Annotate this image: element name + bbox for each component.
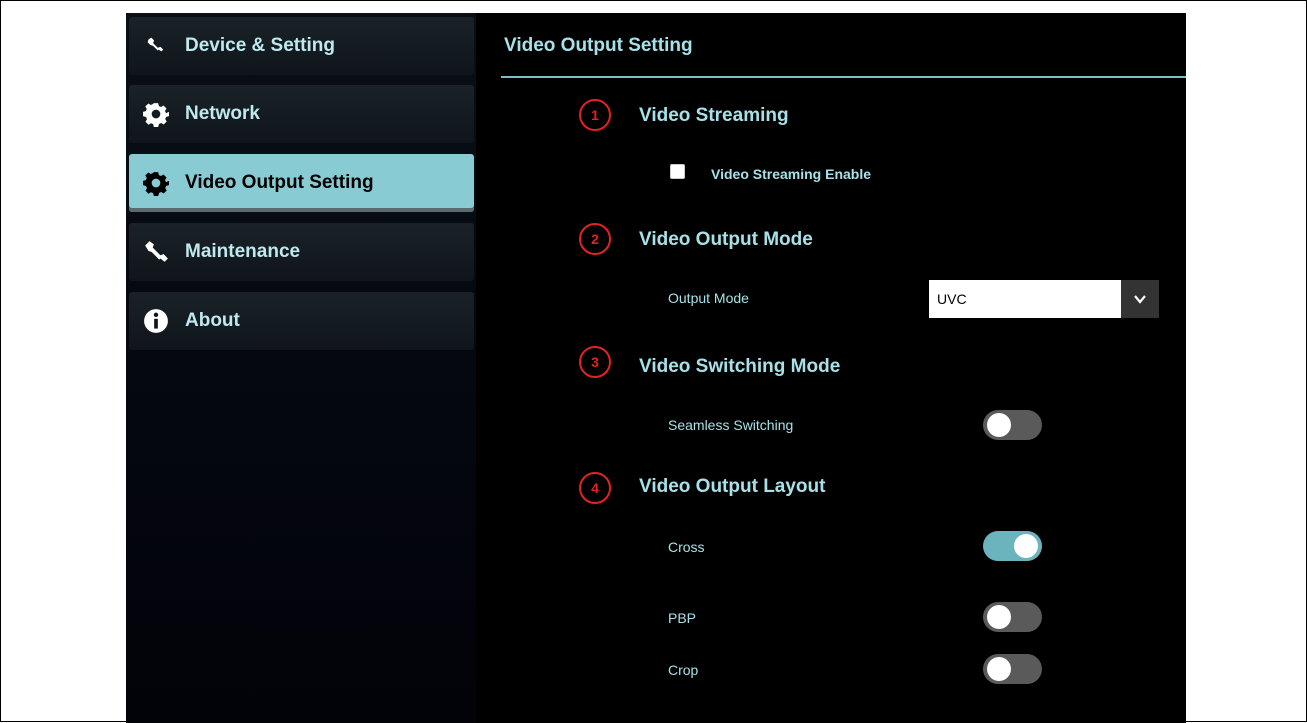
- seamless-switching-label: Seamless Switching: [668, 417, 794, 433]
- section-number-badge: 1: [579, 99, 611, 131]
- seamless-switching-toggle[interactable]: [983, 410, 1042, 440]
- section-title: Video Output Layout: [639, 476, 826, 497]
- sidebar-item-about[interactable]: About: [129, 292, 474, 350]
- gear-icon: [143, 170, 169, 196]
- wrench-icon: [143, 239, 169, 265]
- chevron-down-icon: [1121, 280, 1159, 318]
- wrench-icon: [143, 33, 169, 59]
- sidebar-item-video-output-setting[interactable]: Video Output Setting: [129, 154, 474, 212]
- section-number-badge: 2: [579, 223, 611, 255]
- section-number-badge: 3: [579, 346, 611, 378]
- layout-option-label: Cross: [668, 539, 705, 555]
- video-streaming-label: Video Streaming Enable: [711, 166, 872, 182]
- toggle-knob: [1014, 534, 1038, 558]
- sidebar-item-label: Network: [185, 103, 260, 124]
- section-title: Video Output Mode: [639, 229, 813, 250]
- sidebar-item-network[interactable]: Network: [129, 85, 474, 143]
- section-number-badge: 4: [579, 472, 611, 504]
- pbp-layout-toggle[interactable]: [983, 602, 1042, 632]
- sidebar-item-device-setting[interactable]: Device & Setting: [129, 17, 474, 75]
- section-title: Video Switching Mode: [639, 356, 841, 377]
- sidebar-item-label: About: [185, 310, 240, 331]
- output-mode-value: UVC: [937, 291, 967, 307]
- layout-option-label: Crop: [668, 662, 699, 678]
- toggle-knob: [987, 657, 1011, 681]
- screenshot-frame: Device & Setting Network Video Output Se…: [0, 0, 1307, 723]
- sidebar-item-label: Device & Setting: [185, 35, 335, 56]
- title-divider: [501, 76, 1186, 78]
- main-panel: Video Output Setting 1 Video Streaming V…: [476, 13, 1186, 723]
- app-window: Device & Setting Network Video Output Se…: [126, 13, 1186, 723]
- gear-icon: [143, 101, 169, 127]
- output-mode-label: Output Mode: [668, 290, 749, 306]
- toggle-knob: [987, 605, 1011, 629]
- info-icon: [143, 308, 169, 334]
- section-title: Video Streaming: [639, 105, 789, 126]
- toggle-knob: [987, 413, 1011, 437]
- cross-layout-toggle[interactable]: [983, 531, 1042, 561]
- sidebar-item-maintenance[interactable]: Maintenance: [129, 223, 474, 281]
- crop-layout-toggle[interactable]: [983, 654, 1042, 684]
- layout-option-label: PBP: [668, 610, 697, 626]
- video-streaming-checkbox[interactable]: [670, 164, 685, 179]
- page-title: Video Output Setting: [504, 35, 693, 56]
- output-mode-select[interactable]: UVC: [929, 280, 1159, 318]
- sidebar-item-label: Video Output Setting: [185, 172, 374, 193]
- sidebar: Device & Setting Network Video Output Se…: [126, 13, 476, 723]
- sidebar-item-label: Maintenance: [185, 241, 301, 262]
